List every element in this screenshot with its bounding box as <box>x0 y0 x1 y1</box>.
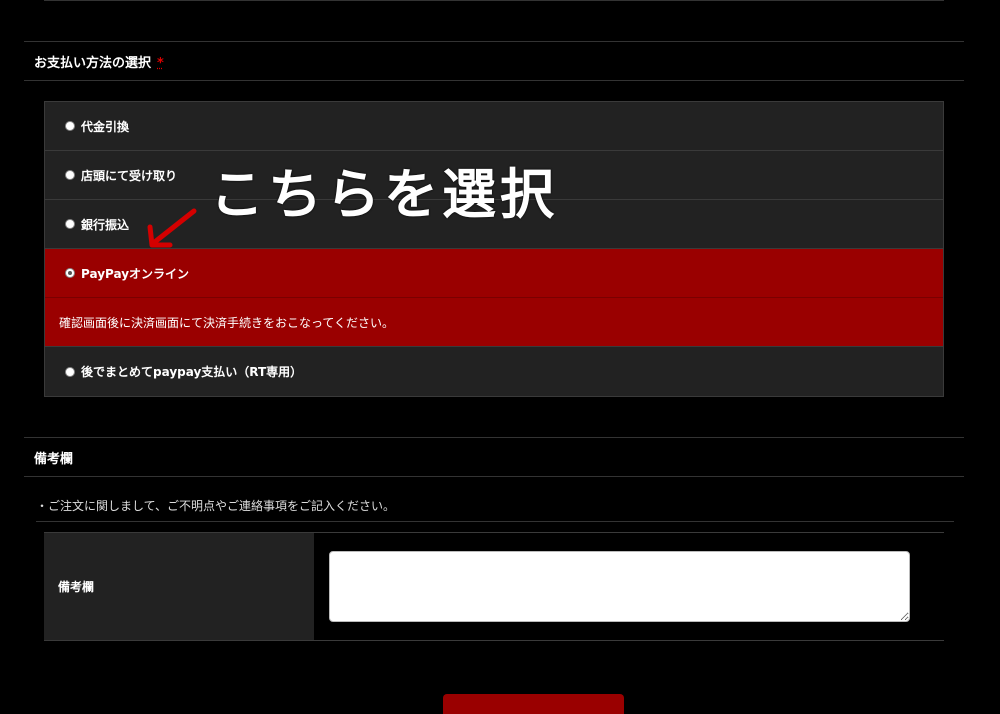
radio-button[interactable] <box>65 121 75 131</box>
remarks-field-cell <box>314 533 944 640</box>
payment-option-label: 銀行振込 <box>81 217 130 232</box>
remarks-section-bottom-divider <box>24 476 964 477</box>
remarks-textarea[interactable] <box>329 551 910 622</box>
payment-section-title: お支払い方法の選択 * <box>34 52 164 71</box>
payment-option-label: 店頭にて受け取り <box>81 168 178 183</box>
remarks-section-top-divider <box>24 437 964 438</box>
remarks-note-divider <box>36 521 954 522</box>
top-divider <box>44 0 944 1</box>
arrow-pointer-icon <box>147 208 197 248</box>
payment-option-label: 代金引換 <box>81 119 130 134</box>
radio-button[interactable] <box>65 219 75 229</box>
annotation-callout: こちらを選択 <box>210 163 558 226</box>
remarks-field-row: 備考欄 <box>44 532 944 641</box>
payment-section-title-text: お支払い方法の選択 <box>34 56 152 71</box>
payment-option-paypay-later[interactable]: 後でまとめてpaypay支払い（RT専用） <box>45 347 943 396</box>
payment-option-label: 後でまとめてpaypay支払い（RT専用） <box>81 365 303 379</box>
payment-option-cod[interactable]: 代金引換 <box>45 102 943 151</box>
payment-option-label: PayPayオンライン <box>81 266 190 281</box>
payment-option-paypay-online[interactable]: PayPayオンライン <box>45 249 943 298</box>
payment-section-top-divider <box>24 41 964 42</box>
radio-button-selected[interactable] <box>65 268 75 278</box>
payment-section-bottom-divider <box>24 80 964 81</box>
payment-option-description: 確認画面後に決済画面にて決済手続きをおこなってください。 <box>45 298 943 347</box>
submit-button[interactable] <box>443 694 624 714</box>
remarks-section-title: 備考欄 <box>34 452 74 467</box>
radio-button[interactable] <box>65 170 75 180</box>
remarks-note: ・ご注文に関しまして、ご不明点やご連絡事項をご記入ください。 <box>36 499 396 513</box>
radio-button[interactable] <box>65 366 75 377</box>
remarks-field-label: 備考欄 <box>44 533 314 640</box>
required-mark: * <box>157 56 164 71</box>
